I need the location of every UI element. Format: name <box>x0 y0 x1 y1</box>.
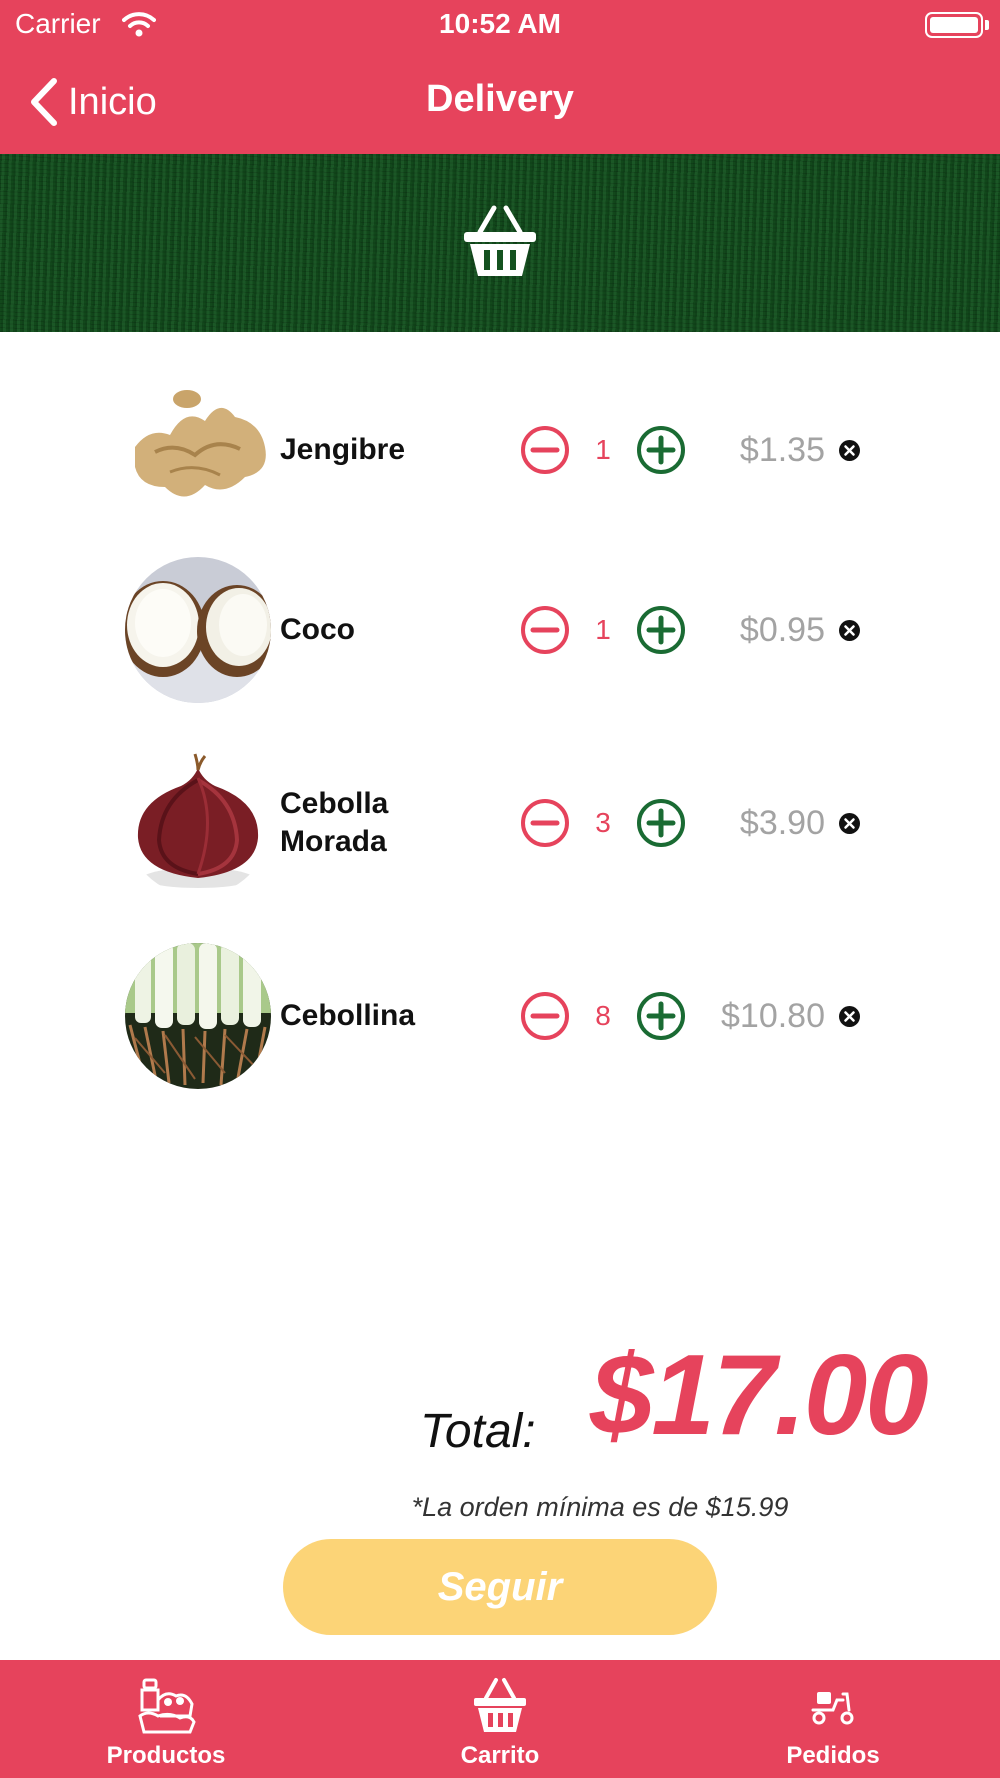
tab-bar: Productos Carrito Pedidos <box>0 1660 1000 1778</box>
cart-item-cebolla-morada: Cebolla Morada 3 $3.90 <box>0 750 1000 943</box>
decrease-quantity-button[interactable] <box>520 605 570 655</box>
tab-label: Pedidos <box>786 1742 880 1769</box>
decrease-quantity-button[interactable] <box>520 991 570 1041</box>
basket-icon <box>474 1678 526 1732</box>
tab-label: Productos <box>106 1742 226 1769</box>
item-price: $1.35 <box>739 431 825 469</box>
clock: 10:52 AM <box>439 8 561 39</box>
quantity-value: 8 <box>595 1000 611 1031</box>
item-name: Jengibre <box>280 433 406 466</box>
item-price: $3.90 <box>739 804 825 842</box>
quantity-value: 3 <box>595 807 611 838</box>
increase-quantity-button[interactable] <box>636 991 686 1041</box>
tab-label: Carrito <box>460 1742 540 1769</box>
continue-button[interactable]: Seguir <box>283 1539 717 1635</box>
remove-item-button[interactable] <box>839 1006 860 1027</box>
groceries-icon <box>138 1678 196 1734</box>
remove-item-button[interactable] <box>839 813 860 834</box>
quantity-value: 1 <box>595 434 611 465</box>
increase-quantity-button[interactable] <box>636 605 686 655</box>
item-name: Cebollina <box>280 999 416 1032</box>
item-name: Coco <box>280 613 355 646</box>
increase-quantity-button[interactable] <box>636 798 686 848</box>
battery-tip <box>985 20 989 30</box>
cart-item-coco: Coco 1 $0.95 <box>0 557 1000 750</box>
page-title: Delivery <box>426 78 574 120</box>
item-price: $0.95 <box>739 611 825 649</box>
quantity-value: 1 <box>595 614 611 645</box>
item-price: $10.80 <box>721 997 825 1035</box>
cart-item-jengibre: Jengibre 1 $1.35 <box>0 377 1000 570</box>
red-onion-image <box>125 750 271 896</box>
decrease-quantity-button[interactable] <box>520 798 570 848</box>
scallion-image <box>125 943 271 1089</box>
tab-carrito[interactable]: Carrito <box>400 1660 600 1778</box>
total-value: $17.00 <box>590 1332 929 1459</box>
tab-pedidos[interactable]: Pedidos <box>733 1660 933 1778</box>
remove-item-button[interactable] <box>839 620 860 641</box>
total-label: Total: <box>420 1405 536 1458</box>
increase-quantity-button[interactable] <box>636 425 686 475</box>
item-name: Cebolla Morada <box>280 787 389 858</box>
basket-icon <box>464 205 536 276</box>
status-bar: Carrier 10:52 AM <box>0 0 1000 50</box>
coconut-image <box>125 557 271 703</box>
remove-item-button[interactable] <box>839 440 860 461</box>
cart-banner <box>0 154 1000 332</box>
ginger-image <box>125 377 271 523</box>
minimum-order-note: *La orden mínima es de $15.99 <box>411 1492 789 1522</box>
tab-productos[interactable]: Productos <box>66 1660 266 1778</box>
cart-item-cebollina: Cebollina 8 $10.80 <box>0 943 1000 1136</box>
delivery-scooter-icon <box>811 1692 854 1725</box>
decrease-quantity-button[interactable] <box>520 425 570 475</box>
battery-icon <box>925 12 983 38</box>
navigation-bar: Inicio Delivery <box>0 50 1000 154</box>
